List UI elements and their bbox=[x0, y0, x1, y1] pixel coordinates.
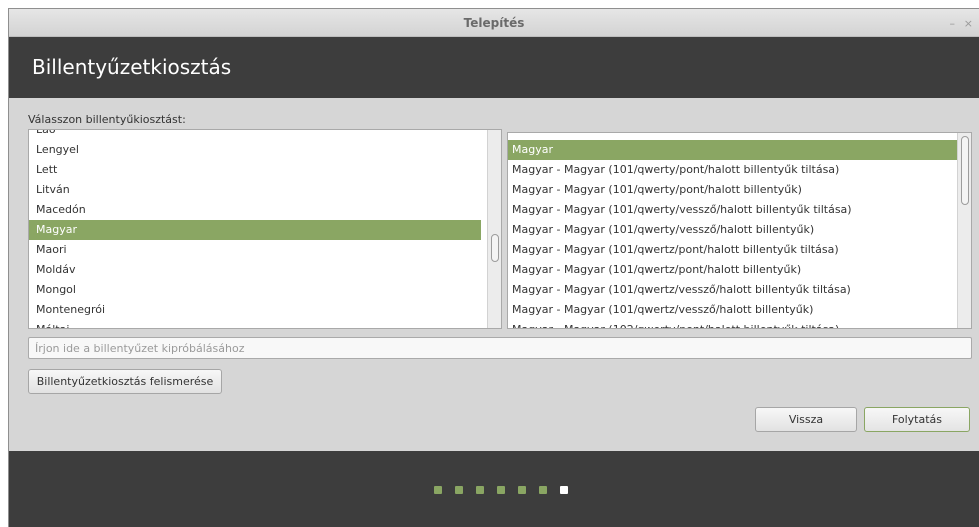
layout-list-item[interactable]: Macedón bbox=[29, 200, 481, 220]
back-button[interactable]: Vissza bbox=[755, 407, 857, 432]
variant-list-item[interactable]: Magyar - Magyar (101/qwerty/vessző/halot… bbox=[508, 200, 957, 220]
layout-list-scrollbar-thumb[interactable] bbox=[491, 234, 499, 262]
continue-button[interactable]: Folytatás bbox=[864, 407, 970, 432]
layout-list-scrollbar[interactable] bbox=[487, 130, 501, 328]
variant-list[interactable]: Magyar Magyar - Magyar (101/qwerty/pont/h… bbox=[507, 132, 972, 329]
page-header: Billentyűzetkiosztás bbox=[9, 37, 979, 98]
layout-list-item[interactable]: Lett bbox=[29, 160, 481, 180]
variant-list-item[interactable]: Magyar bbox=[508, 140, 957, 160]
window-title: Telepítés bbox=[463, 16, 525, 30]
page-title: Billentyűzetkiosztás bbox=[32, 55, 232, 79]
detect-layout-button[interactable]: Billentyűzetkiosztás felismerése bbox=[28, 369, 222, 394]
variant-list-scrollbar[interactable] bbox=[957, 133, 971, 328]
variant-list-item[interactable]: Magyar - Magyar (101/qwerty/pont/halott … bbox=[508, 160, 957, 180]
minimize-icon[interactable]: – bbox=[950, 17, 956, 30]
progress-step-dot bbox=[434, 486, 442, 494]
progress-step-dot bbox=[497, 486, 505, 494]
variant-list-item[interactable]: Magyar - Magyar (101/qwerty/pont/halott … bbox=[508, 180, 957, 200]
layout-list-item[interactable]: Lao bbox=[29, 130, 481, 140]
variant-list-item[interactable]: Magyar - Magyar (101/qwertz/pont/halott … bbox=[508, 260, 957, 280]
variant-list-item[interactable]: Magyar - Magyar (101/qwertz/pont/halott … bbox=[508, 240, 957, 260]
progress-step-dot bbox=[560, 486, 568, 494]
variant-list-scrollbar-thumb[interactable] bbox=[961, 136, 969, 205]
layout-list-item[interactable]: Montenegrói bbox=[29, 300, 481, 320]
layout-list-item[interactable]: Máltai bbox=[29, 320, 481, 328]
layout-list-item[interactable]: Maori bbox=[29, 240, 481, 260]
variant-list-item[interactable]: Magyar - Magyar (101/qwertz/vessző/halot… bbox=[508, 280, 957, 300]
layout-list-item[interactable]: Lengyel bbox=[29, 140, 481, 160]
close-icon[interactable]: × bbox=[964, 17, 973, 30]
layout-list-item[interactable]: Litván bbox=[29, 180, 481, 200]
layout-prompt-label: Válasszon billentyűkiosztást: bbox=[28, 113, 186, 126]
layout-list-item[interactable]: Moldáv bbox=[29, 260, 481, 280]
keyboard-test-input[interactable] bbox=[28, 337, 972, 359]
progress-step-dot bbox=[518, 486, 526, 494]
progress-footer bbox=[9, 451, 979, 527]
variant-list-item[interactable]: Magyar - Magyar (102/qwerty/pont/halott … bbox=[508, 320, 957, 328]
variant-list-item[interactable]: Magyar - Magyar (101/qwertz/vessző/halot… bbox=[508, 300, 957, 320]
progress-step-dot bbox=[539, 486, 547, 494]
progress-step-dot bbox=[455, 486, 463, 494]
layout-list-item[interactable]: Mongol bbox=[29, 280, 481, 300]
variant-list-item[interactable]: Magyar - Magyar (101/qwerty/vessző/halot… bbox=[508, 220, 957, 240]
layout-list[interactable]: Lao Lengyel Lett Litván Macedón Magyar Maori Mo… bbox=[28, 129, 502, 329]
title-bar[interactable]: Telepítés – × bbox=[9, 9, 979, 37]
installer-window: Telepítés – × Billentyűzetkiosztás Válas… bbox=[8, 8, 979, 527]
layout-list-item[interactable]: Magyar bbox=[29, 220, 481, 240]
progress-step-dot bbox=[476, 486, 484, 494]
